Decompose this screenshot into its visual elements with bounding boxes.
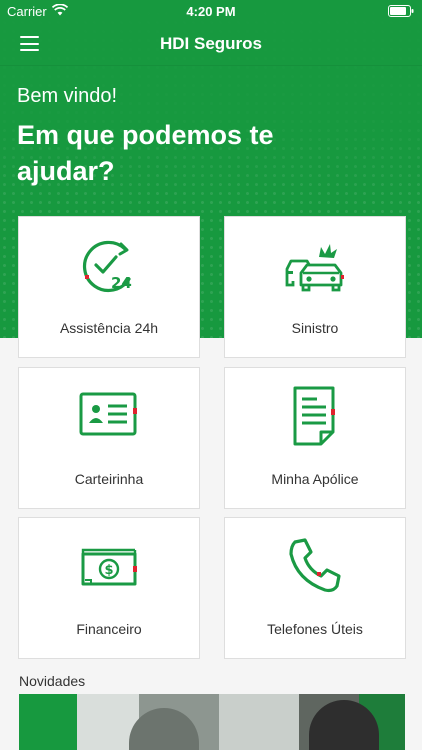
status-time: 4:20 PM: [186, 4, 236, 19]
status-bar: Carrier 4:20 PM: [0, 0, 422, 22]
news-banner-image[interactable]: [19, 694, 405, 750]
card-financeiro[interactable]: $ Financeiro: [18, 517, 200, 659]
battery-icon: [388, 5, 414, 17]
card-label: Telefones Úteis: [267, 621, 363, 637]
svg-text:$: $: [105, 563, 114, 578]
card-carteirinha[interactable]: Carteirinha: [18, 367, 200, 509]
card-label: Financeiro: [76, 621, 142, 637]
id-card-icon: [79, 392, 137, 436]
card-label: Assistência 24h: [59, 320, 159, 336]
news-section-title: Novidades: [19, 673, 86, 689]
nav-bar: HDI Seguros: [0, 22, 422, 66]
page-headline: Em que podemos te ajudar?: [17, 120, 274, 186]
svg-text:24: 24: [111, 274, 132, 292]
welcome-text: Bem vindo!: [17, 85, 118, 107]
clock-24-icon: 24: [82, 240, 132, 293]
card-assistencia-24h[interactable]: 24 Assistência 24h: [18, 216, 200, 358]
document-icon: [293, 386, 335, 446]
app-title: HDI Seguros: [159, 34, 263, 53]
card-label: Minha Apólice: [271, 471, 359, 487]
phone-icon: [289, 538, 341, 593]
car-crash-icon: [285, 244, 344, 292]
card-minha-apolice[interactable]: Minha Apólice: [224, 367, 406, 509]
money-bill-icon: $: [81, 548, 137, 586]
card-telefones-uteis[interactable]: Telefones Úteis: [224, 517, 406, 659]
card-label: Sinistro: [291, 320, 339, 336]
card-label: Carteirinha: [74, 471, 144, 487]
card-sinistro[interactable]: Sinistro: [224, 216, 406, 358]
